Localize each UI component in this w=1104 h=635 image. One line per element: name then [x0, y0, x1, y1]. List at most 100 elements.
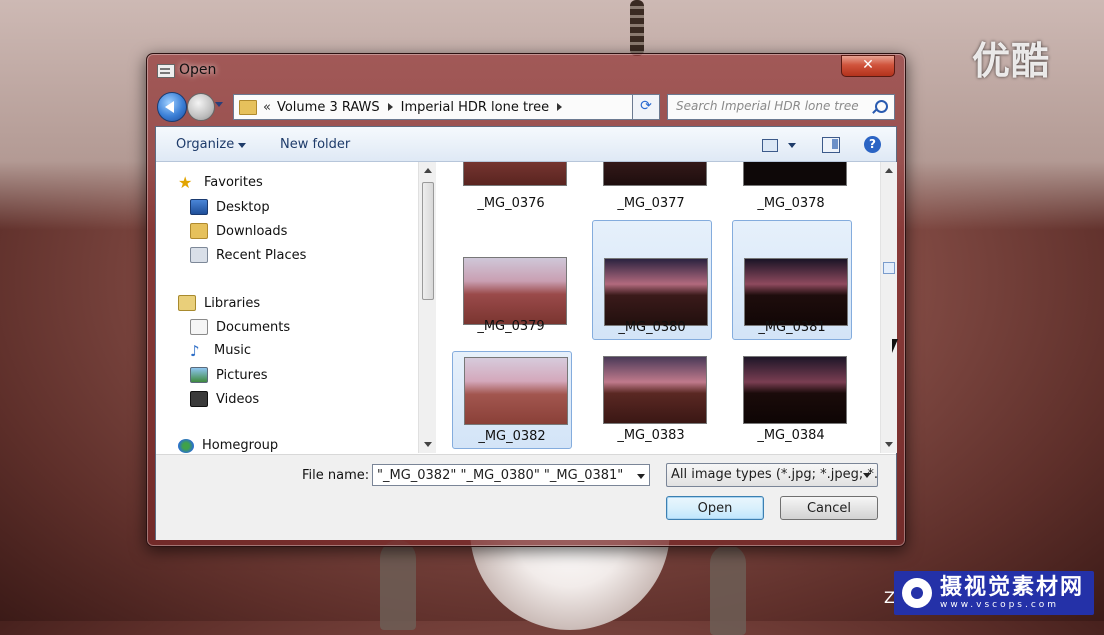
nav-item-videos[interactable]: Videos — [190, 391, 259, 407]
change-view-icon[interactable] — [762, 139, 778, 152]
file-item[interactable]: _MG_0376 — [452, 162, 570, 211]
file-thumbnail — [463, 257, 567, 325]
forward-button[interactable] — [187, 93, 215, 121]
file-name: _MG_0383 — [617, 428, 685, 443]
downloads-icon — [190, 223, 208, 239]
chevron-down-icon[interactable] — [863, 473, 871, 478]
videos-icon — [190, 391, 208, 407]
command-bar: Organize New folder ? — [156, 127, 896, 162]
nav-item-label: Favorites — [204, 175, 263, 190]
file-type-select[interactable]: All image types (*.jpg; *.jpeg; *. — [666, 463, 878, 487]
file-item[interactable]: _MG_0383 — [592, 351, 710, 447]
new-folder-button[interactable]: New folder — [280, 137, 350, 152]
dialog-footer: File name: "_MG_0382" "_MG_0380" "_MG_03… — [156, 454, 896, 540]
file-name: _MG_0381 — [758, 320, 826, 335]
watermark-vscops: 摄视觉素材网 www.vscops.com — [894, 571, 1094, 615]
organize-menu[interactable]: Organize — [176, 137, 234, 152]
file-item[interactable]: _MG_0380 — [592, 220, 712, 340]
breadcrumb-arrow-icon[interactable] — [557, 103, 563, 111]
folder-icon — [239, 99, 257, 115]
recent-places-icon — [190, 247, 208, 263]
nav-item-label: Pictures — [216, 367, 268, 383]
recent-locations-dropdown-icon[interactable] — [215, 102, 223, 107]
nav-item-label: Libraries — [204, 295, 261, 311]
watermark-logo-icon — [902, 578, 932, 608]
file-list-scrollbar[interactable] — [880, 162, 897, 453]
watermark-sub-text: www.vscops.com — [940, 599, 1060, 610]
scroll-down-icon[interactable] — [885, 442, 893, 447]
title-bar[interactable]: Open ✕ — [147, 54, 905, 88]
chevron-down-icon[interactable] — [637, 474, 645, 479]
help-icon[interactable]: ? — [864, 136, 881, 153]
scrollbar-thumb[interactable] — [883, 262, 895, 274]
address-bar[interactable]: « Volume 3 RAWS Imperial HDR lone tree — [233, 94, 659, 120]
scroll-down-icon[interactable] — [424, 442, 432, 447]
file-name: _MG_0377 — [617, 196, 685, 211]
file-name-input[interactable]: "_MG_0382" "_MG_0380" "_MG_0381" — [372, 464, 650, 486]
lamp-arm-left — [380, 540, 416, 630]
preview-pane-icon[interactable] — [822, 137, 840, 153]
search-placeholder: Search Imperial HDR lone tree — [676, 99, 859, 113]
chevron-down-icon[interactable] — [238, 143, 246, 148]
nav-item-label: Documents — [216, 319, 291, 335]
search-icon[interactable] — [875, 100, 888, 113]
dialog-body: Organize New folder ? ★ Favorites Deskto… — [155, 126, 898, 540]
mouse-cursor-icon — [892, 339, 898, 353]
desktop-icon — [190, 199, 208, 215]
file-item[interactable]: _MG_0381 — [732, 220, 852, 340]
nav-item-pictures[interactable]: Pictures — [190, 367, 267, 383]
open-dialog: Open ✕ « Volume 3 RAWS Imperial HDR lone… — [146, 53, 906, 547]
refresh-button[interactable]: ⟳ — [632, 94, 660, 120]
star-icon: ★ — [178, 172, 193, 192]
nav-item-desktop[interactable]: Desktop — [190, 199, 270, 215]
lamp-arm-right — [710, 545, 746, 635]
cancel-button[interactable]: Cancel — [780, 496, 878, 520]
close-button[interactable]: ✕ — [841, 55, 895, 77]
breadcrumb-overflow[interactable]: « — [263, 100, 271, 115]
view-options-dropdown-icon[interactable] — [788, 143, 796, 148]
file-thumbnail — [463, 162, 567, 186]
navigation-scrollbar[interactable] — [418, 162, 436, 453]
scroll-up-icon[interactable] — [885, 168, 893, 173]
nav-item-label: Desktop — [216, 199, 270, 215]
nav-item-libraries[interactable]: Libraries — [178, 295, 260, 311]
scrollbar-thumb[interactable] — [422, 182, 434, 300]
nav-item-label: Recent Places — [216, 247, 307, 263]
open-button[interactable]: Open — [666, 496, 764, 520]
nav-item-homegroup[interactable]: Homegroup — [178, 438, 278, 453]
file-thumbnail — [743, 356, 847, 424]
dialog-title: Open — [179, 62, 217, 78]
file-thumbnail — [603, 162, 707, 186]
watermark-main-text: 摄视觉素材网 — [940, 574, 1085, 600]
breadcrumb-volume3[interactable]: Volume 3 RAWS — [277, 100, 380, 115]
file-name: _MG_0384 — [757, 428, 825, 443]
file-name: _MG_0378 — [757, 196, 825, 211]
file-thumbnail — [604, 258, 708, 326]
nav-item-favorites[interactable]: ★ Favorites — [178, 172, 263, 192]
file-item[interactable]: _MG_0379 — [452, 220, 570, 338]
nav-item-downloads[interactable]: Downloads — [190, 223, 287, 239]
nav-item-music[interactable]: ♪ Music — [190, 343, 251, 358]
file-name-label: File name: — [302, 468, 370, 483]
file-name: _MG_0380 — [618, 320, 686, 335]
file-item[interactable]: _MG_0378 — [732, 162, 850, 211]
file-name: _MG_0379 — [477, 319, 545, 334]
pictures-icon — [190, 367, 208, 383]
nav-item-documents[interactable]: Documents — [190, 319, 290, 335]
file-name: _MG_0382 — [478, 429, 546, 444]
scroll-up-icon[interactable] — [424, 168, 432, 173]
file-item[interactable]: _MG_0377 — [592, 162, 710, 211]
breadcrumb-current-folder[interactable]: Imperial HDR lone tree — [401, 100, 549, 115]
navigation-pane: ★ Favorites Desktop Downloads Recent Pla… — [156, 162, 436, 453]
file-thumbnail — [464, 357, 568, 425]
search-input[interactable]: Search Imperial HDR lone tree — [667, 94, 895, 120]
nav-item-recent-places[interactable]: Recent Places — [190, 247, 306, 263]
file-list: _MG_0376 _MG_0377 _MG_0378 _MG_0379 _MG_… — [440, 162, 880, 453]
lamp-chain — [630, 0, 644, 56]
back-button[interactable] — [157, 92, 187, 122]
file-item[interactable]: _MG_0384 — [732, 351, 850, 447]
dialog-window-icon — [157, 64, 175, 78]
watermark-youku: 优酷 — [972, 39, 1051, 83]
file-item[interactable]: _MG_0382 — [452, 351, 572, 449]
breadcrumb-arrow-icon[interactable] — [387, 103, 393, 111]
